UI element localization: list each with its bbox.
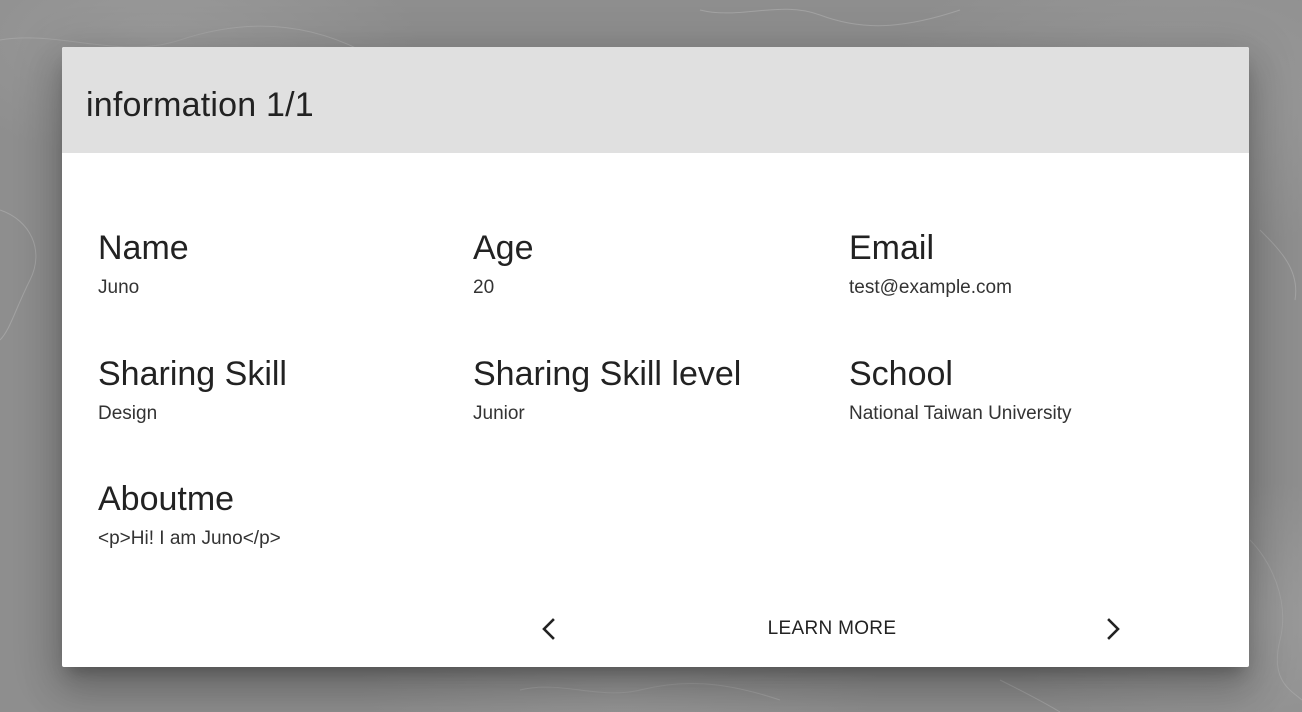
field-value-sharing-skill-level: Junior [473, 403, 525, 424]
field-label-age: Age [473, 229, 534, 267]
field-sharing-skill: Sharing Skill Design [98, 354, 458, 426]
field-email: Email test@example.com [849, 228, 1209, 300]
dialog-actions: LEARN MORE [62, 607, 1249, 651]
field-aboutme: Aboutme <p>Hi! I am Juno</p> [98, 479, 458, 551]
field-value-email: test@example.com [849, 277, 1012, 298]
field-label-email: Email [849, 229, 935, 267]
dialog-header: information 1/1 [62, 47, 1249, 153]
chevron-right-icon [1107, 618, 1120, 640]
next-button[interactable] [1091, 607, 1135, 651]
dialog-title: information 1/1 [86, 86, 314, 124]
prev-button[interactable] [527, 607, 571, 651]
field-label-sharing-skill-level: Sharing Skill level [473, 355, 742, 393]
field-age: Age 20 [473, 228, 833, 300]
field-name: Name Juno [98, 228, 458, 300]
info-dialog: information 1/1 Name Juno Age 20 Email t… [62, 47, 1249, 667]
field-value-sharing-skill: Design [98, 403, 158, 424]
field-value-name: Juno [98, 277, 140, 298]
chevron-left-icon [542, 618, 555, 640]
field-value-age: 20 [473, 277, 495, 298]
field-value-aboutme: <p>Hi! I am Juno</p> [98, 528, 281, 549]
field-label-aboutme: Aboutme [98, 480, 235, 518]
field-label-school: School [849, 355, 953, 393]
field-label-sharing-skill: Sharing Skill [98, 355, 287, 393]
field-sharing-skill-level: Sharing Skill level Junior [473, 354, 833, 426]
field-value-school: National Taiwan University [849, 403, 1072, 424]
field-school: School National Taiwan University [849, 354, 1209, 426]
field-label-name: Name [98, 229, 189, 267]
learn-more-button[interactable]: LEARN MORE [752, 607, 912, 651]
